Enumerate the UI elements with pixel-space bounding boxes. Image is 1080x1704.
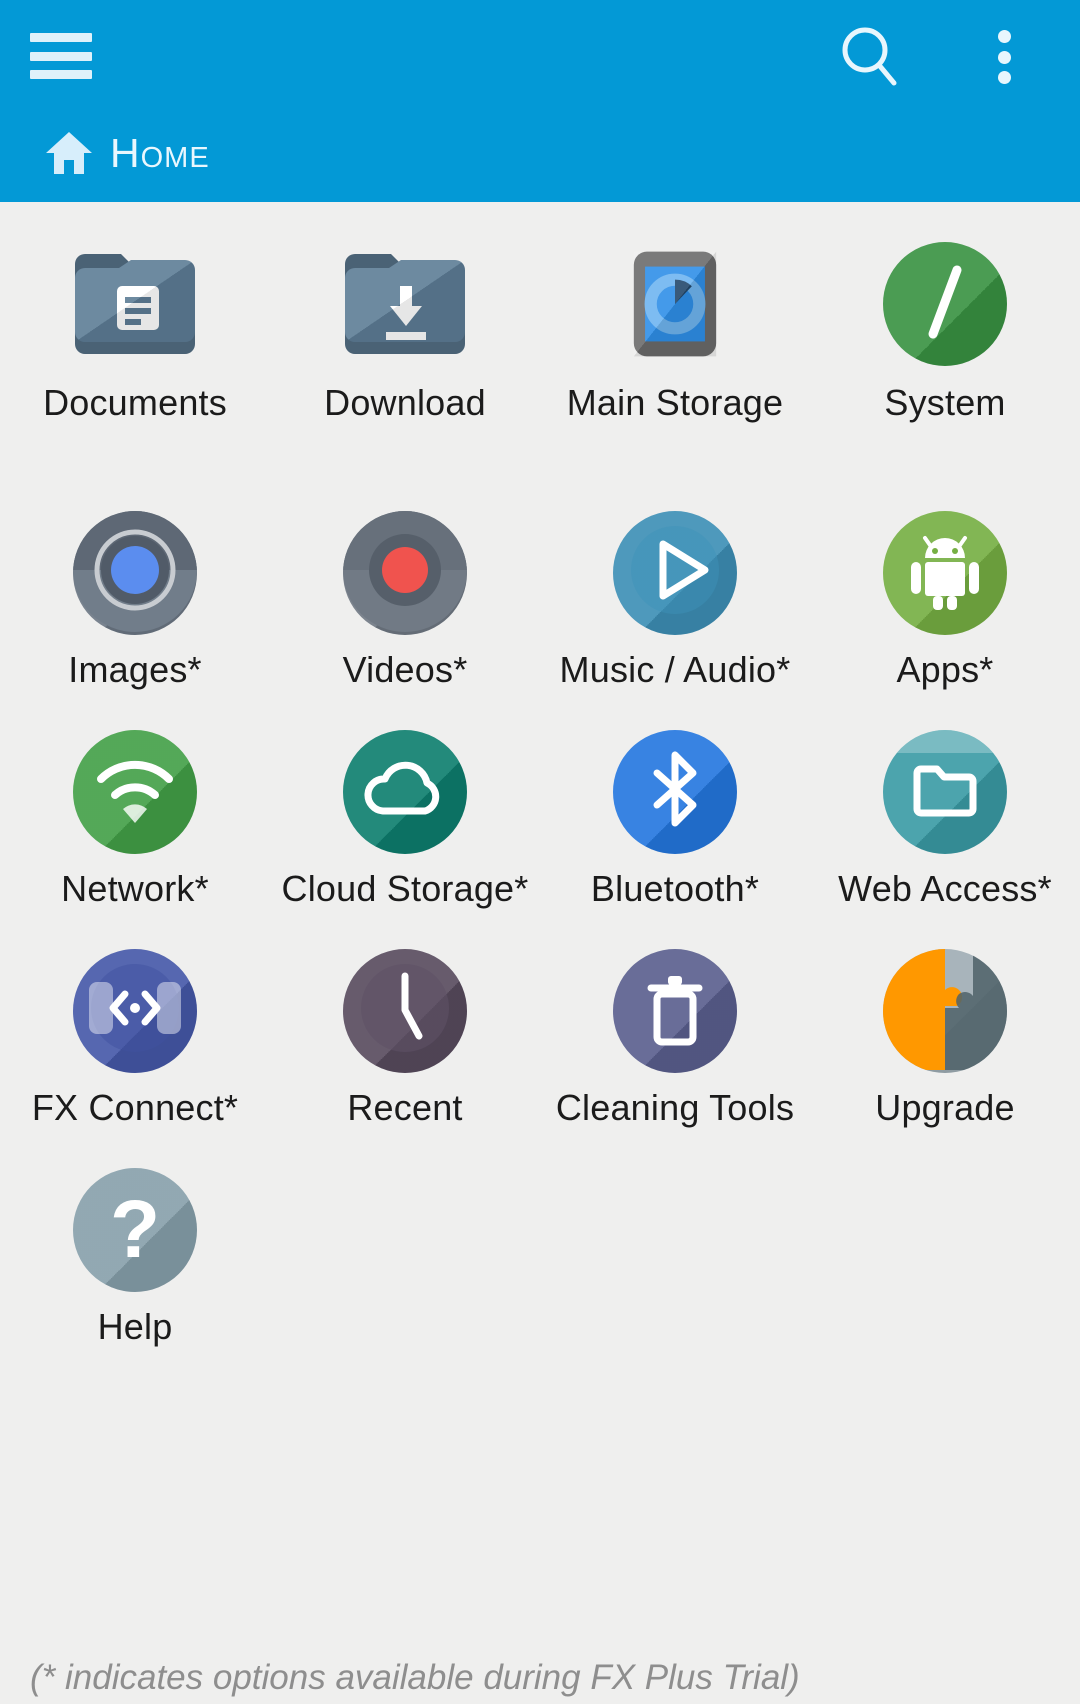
grid-item-download[interactable]: Download [270, 240, 540, 423]
cloud-glyph [343, 730, 467, 854]
grid-item-label: Help [97, 1305, 173, 1347]
folder-download-icon [343, 240, 467, 368]
hamburger-menu-icon[interactable] [30, 33, 92, 79]
folder-documents-icon [73, 240, 197, 368]
clock-hands-glyph [343, 949, 467, 1073]
grid-item-apps[interactable]: Apps* [810, 510, 1080, 690]
grid-item-label: Documents [43, 382, 227, 423]
trash-icon [613, 948, 737, 1073]
bluetooth-icon [613, 729, 737, 854]
grid-item-label: Videos* [342, 648, 468, 690]
svg-text:?: ? [110, 1184, 160, 1275]
grid-item-music-audio[interactable]: Music / Audio* [540, 510, 810, 690]
grid-item-main-storage[interactable]: Main Storage [540, 240, 810, 423]
puzzle-pieces-glyph [883, 948, 1007, 1073]
question-glyph: ? [73, 1168, 197, 1292]
web-folder-icon [883, 729, 1007, 854]
home-shortcut-grid: Documents Download Main Storage System I… [0, 202, 1080, 1346]
trash-can-glyph [613, 949, 737, 1073]
device-storage-icon [613, 240, 737, 368]
devices-link-glyph [73, 949, 197, 1073]
grid-item-cloud-storage[interactable]: Cloud Storage* [270, 729, 540, 909]
grid-item-label: Upgrade [875, 1086, 1015, 1128]
play-audio-icon [613, 510, 737, 635]
overflow-dot [997, 50, 1011, 64]
disc-glyph [343, 510, 467, 635]
cloud-icon [343, 729, 467, 854]
grid-item-bluetooth[interactable]: Bluetooth* [540, 729, 810, 909]
play-glyph [613, 511, 737, 635]
grid-item-system[interactable]: System [810, 240, 1080, 423]
grid-item-label: System [884, 382, 1006, 423]
grid-item-label: Cloud Storage* [281, 867, 529, 909]
root-slash-icon [883, 240, 1007, 368]
grid-item-network[interactable]: Network* [0, 729, 270, 909]
grid-item-label: Music / Audio* [559, 648, 791, 690]
grid-item-help[interactable]: ? Help [0, 1167, 270, 1347]
grid-row: Images* Videos* Music / Audio* Apps* [0, 510, 1080, 690]
hamburger-bar [30, 51, 92, 61]
grid-item-images[interactable]: Images* [0, 510, 270, 690]
grid-item-label: Bluetooth* [590, 867, 760, 909]
slash-glyph [883, 242, 1007, 366]
grid-item-label: Cleaning Tools [555, 1086, 795, 1128]
grid-item-empty [270, 1168, 540, 1347]
grid-item-recent[interactable]: Recent [270, 948, 540, 1128]
puzzle-icon [883, 948, 1007, 1073]
hamburger-bar [30, 33, 92, 42]
grid-item-documents[interactable]: Documents [0, 240, 270, 423]
trial-footnote: (* indicates options available during FX… [30, 1658, 800, 1697]
grid-row: Network* Cloud Storage* Bluetooth* Web A… [0, 729, 1080, 909]
bluetooth-glyph [613, 730, 737, 854]
app-bar-top [0, 0, 1080, 115]
fx-connect-icon [73, 948, 197, 1073]
grid-item-empty [810, 1168, 1080, 1347]
grid-row: ? Help [0, 1167, 1080, 1347]
overflow-dot [997, 30, 1011, 43]
search-icon[interactable] [835, 22, 905, 92]
grid-item-fx-connect[interactable]: FX Connect* [0, 948, 270, 1128]
camera-lens-icon [73, 510, 197, 635]
grid-item-label: FX Connect* [31, 1086, 239, 1128]
grid-item-cleaning-tools[interactable]: Cleaning Tools [540, 948, 810, 1128]
grid-row: FX Connect* Recent Cleaning Tools Upgrad… [0, 948, 1080, 1128]
question-mark-icon: ? [73, 1167, 197, 1292]
app-bar: Home [0, 0, 1080, 202]
grid-item-label: Recent [347, 1086, 463, 1128]
overflow-menu-icon[interactable] [976, 26, 1032, 88]
grid-item-web-access[interactable]: Web Access* [810, 729, 1080, 909]
hamburger-bar [30, 70, 92, 79]
robot-glyph [883, 511, 1007, 635]
breadcrumb[interactable]: Home [44, 128, 210, 178]
wifi-glyph [73, 730, 197, 854]
video-disc-icon [343, 510, 467, 635]
grid-item-videos[interactable]: Videos* [270, 510, 540, 690]
wifi-icon [73, 729, 197, 854]
lens-glyph [73, 510, 197, 635]
grid-item-label: Images* [68, 648, 202, 690]
grid-item-label: Web Access* [838, 867, 1052, 909]
grid-item-empty [540, 1168, 810, 1347]
grid-item-label: Apps* [896, 648, 994, 690]
grid-item-label: Network* [61, 867, 209, 909]
grid-item-label: Main Storage [566, 382, 784, 423]
grid-item-label: Download [324, 382, 486, 423]
home-icon [44, 128, 94, 178]
android-robot-icon [883, 510, 1007, 635]
folder-outline-glyph [883, 729, 1007, 854]
grid-row: Documents Download Main Storage System [0, 240, 1080, 423]
breadcrumb-label: Home [110, 129, 210, 176]
overflow-dot [997, 71, 1011, 84]
clock-icon [343, 948, 467, 1073]
grid-item-upgrade[interactable]: Upgrade [810, 948, 1080, 1128]
